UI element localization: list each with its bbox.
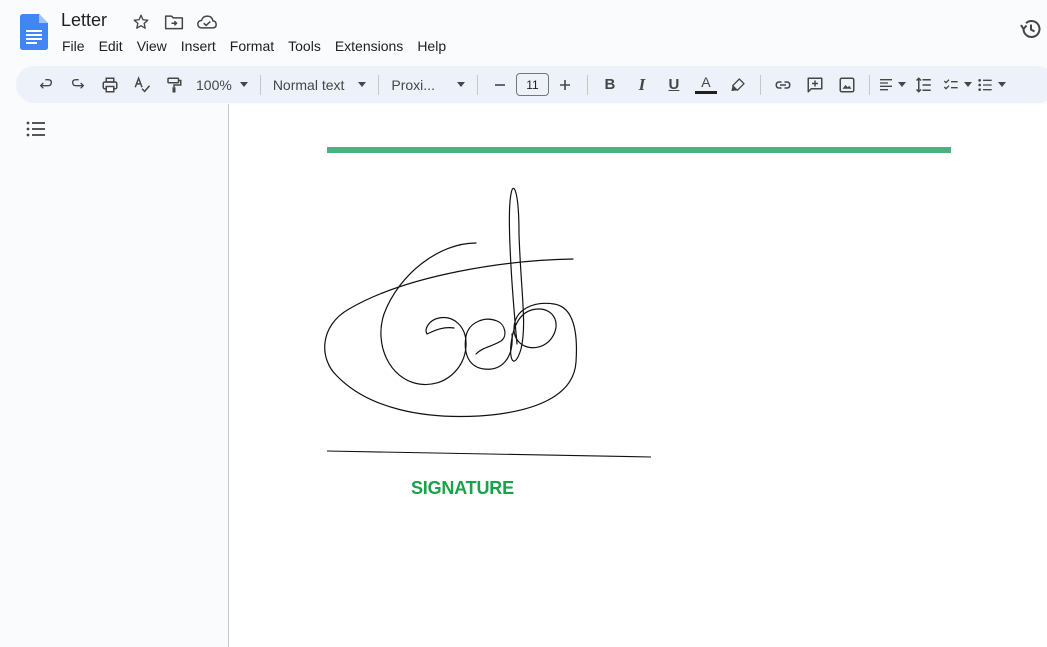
toolbar-divider xyxy=(259,74,261,95)
bulleted-list-icon[interactable] xyxy=(976,71,1006,99)
menu-edit[interactable]: Edit xyxy=(92,36,130,56)
move-folder-icon[interactable] xyxy=(164,12,184,32)
outline-icon[interactable] xyxy=(26,121,46,137)
align-left-icon[interactable] xyxy=(878,71,906,99)
increase-font-size-button[interactable] xyxy=(551,71,579,99)
history-icon[interactable] xyxy=(1019,17,1043,41)
redo-icon[interactable] xyxy=(64,71,92,99)
line-spacing-icon[interactable] xyxy=(910,71,938,99)
link-icon[interactable] xyxy=(769,71,797,99)
spellcheck-icon[interactable] xyxy=(128,71,156,99)
font-family-value: Proxi... xyxy=(391,76,435,93)
paragraph-style-dropdown[interactable]: Normal text xyxy=(267,71,373,99)
menu-tools[interactable]: Tools xyxy=(281,36,328,56)
bold-button[interactable]: B xyxy=(596,71,624,99)
add-comment-icon[interactable] xyxy=(801,71,829,99)
italic-button[interactable]: I xyxy=(628,71,656,99)
minus-icon xyxy=(494,83,505,86)
menu-help[interactable]: Help xyxy=(410,36,453,56)
star-icon[interactable] xyxy=(131,12,151,32)
zoom-dropdown[interactable]: 100% xyxy=(190,71,254,99)
document-page[interactable]: SIGNATURE xyxy=(228,104,1047,647)
signature-label: SIGNATURE xyxy=(411,478,514,498)
menu-bar: File Edit View Insert Format Tools Exten… xyxy=(55,36,453,56)
menu-format[interactable]: Format xyxy=(223,36,281,56)
text-color-button[interactable]: A xyxy=(692,71,720,99)
chevron-down-icon xyxy=(997,82,1006,87)
paragraph-style-value: Normal text xyxy=(272,76,345,93)
chevron-down-icon xyxy=(239,82,248,87)
chevron-down-icon xyxy=(963,82,972,87)
font-size-input[interactable]: 11 xyxy=(515,73,549,96)
plus-icon xyxy=(559,79,570,90)
checklist-icon[interactable] xyxy=(942,71,972,99)
underline-button[interactable]: U xyxy=(660,71,688,99)
toolbar-divider xyxy=(759,74,761,95)
signature-line xyxy=(327,450,652,458)
decrease-font-size-button[interactable] xyxy=(486,71,514,99)
paint-format-icon[interactable] xyxy=(160,71,188,99)
menu-file[interactable]: File xyxy=(55,36,92,56)
document-title[interactable]: Letter xyxy=(61,10,107,31)
toolbar-divider xyxy=(868,74,870,95)
zoom-value: 100% xyxy=(196,76,232,93)
print-icon[interactable] xyxy=(96,71,124,99)
docs-logo-icon[interactable] xyxy=(20,14,48,50)
chevron-down-icon xyxy=(456,82,465,87)
highlighter-icon[interactable] xyxy=(724,71,752,99)
toolbar: 100% Normal text Proxi... 11 B I U A xyxy=(16,66,1047,103)
image-icon[interactable] xyxy=(833,71,861,99)
signature-drawing xyxy=(324,187,578,418)
toolbar-divider xyxy=(476,74,478,95)
menu-extensions[interactable]: Extensions xyxy=(328,36,410,56)
font-family-dropdown[interactable]: Proxi... xyxy=(385,71,471,99)
toolbar-divider xyxy=(586,74,588,95)
cloud-saved-icon[interactable] xyxy=(197,12,217,32)
chevron-down-icon xyxy=(358,82,367,87)
header-rule xyxy=(327,147,951,153)
toolbar-divider xyxy=(378,74,380,95)
text-color-bar xyxy=(694,91,717,94)
menu-insert[interactable]: Insert xyxy=(174,36,223,56)
chevron-down-icon xyxy=(897,82,906,87)
text-color-letter: A xyxy=(701,74,711,90)
undo-icon[interactable] xyxy=(32,71,60,99)
menu-view[interactable]: View xyxy=(130,36,174,56)
